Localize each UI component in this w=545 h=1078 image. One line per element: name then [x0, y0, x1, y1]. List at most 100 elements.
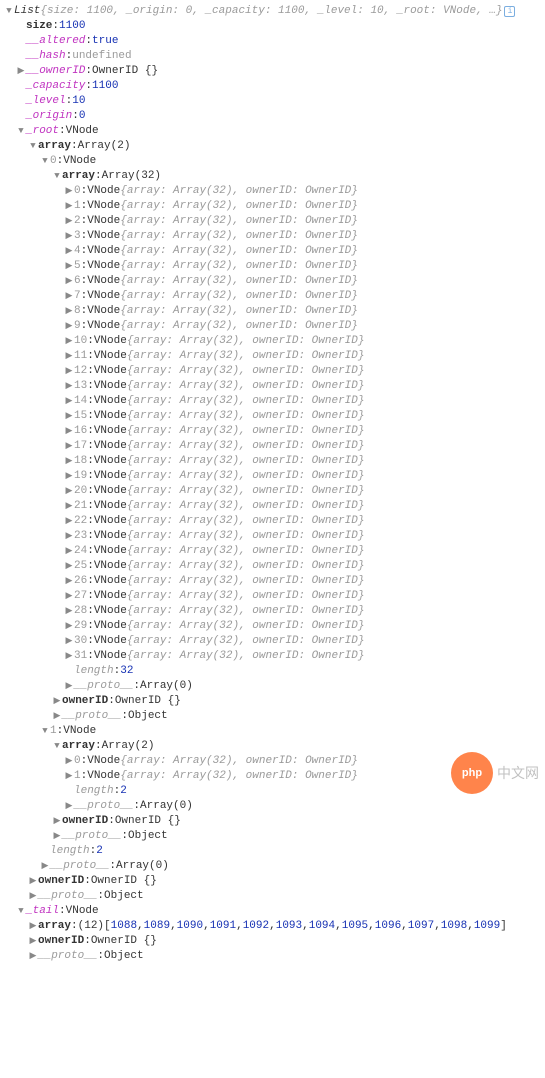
- caret-right-icon: ▶: [64, 199, 74, 214]
- tail-proto[interactable]: ▶__proto__: Object: [4, 949, 541, 964]
- caret-right-icon: ▶: [40, 859, 50, 874]
- vnode-item[interactable]: ▶0: VNode {array: Array(32), ownerID: Ow…: [4, 754, 541, 769]
- vnode-type: VNode: [94, 499, 127, 514]
- vnode-preview: {array: Array(32), ownerID: OwnerID}: [127, 619, 365, 634]
- node1-proto-obj[interactable]: ▶__proto__: Object: [4, 829, 541, 844]
- root-array[interactable]: ▼array: Array(2): [4, 139, 541, 154]
- caret-right-icon: ▶: [64, 799, 74, 814]
- vnode-item[interactable]: ▶1: VNode {array: Array(32), ownerID: Ow…: [4, 769, 541, 784]
- vnode-item[interactable]: ▶27: VNode {array: Array(32), ownerID: O…: [4, 589, 541, 604]
- vnode-item[interactable]: ▶23: VNode {array: Array(32), ownerID: O…: [4, 529, 541, 544]
- vnode-type: VNode: [94, 619, 127, 634]
- vnode-item[interactable]: ▶18: VNode {array: Array(32), ownerID: O…: [4, 454, 541, 469]
- vnode-item[interactable]: ▶21: VNode {array: Array(32), ownerID: O…: [4, 499, 541, 514]
- vnode-item[interactable]: ▶19: VNode {array: Array(32), ownerID: O…: [4, 469, 541, 484]
- node0-length-key: length: [74, 664, 114, 679]
- vnode-item[interactable]: ▶29: VNode {array: Array(32), ownerID: O…: [4, 619, 541, 634]
- vnode-item[interactable]: ▶3: VNode {array: Array(32), ownerID: Ow…: [4, 229, 541, 244]
- caret-right-icon: ▶: [64, 319, 74, 334]
- vnode-type: VNode: [94, 439, 127, 454]
- vnode-item[interactable]: ▶20: VNode {array: Array(32), ownerID: O…: [4, 484, 541, 499]
- caret-right-icon: ▶: [28, 874, 38, 889]
- vnode-preview: {array: Array(32), ownerID: OwnerID}: [127, 379, 365, 394]
- prop-ownerid-key: __ownerID: [26, 64, 85, 79]
- tail-ownerid[interactable]: ▶ownerID: OwnerID {}: [4, 934, 541, 949]
- node0-ownerid-key: ownerID: [62, 694, 108, 709]
- vnode-item[interactable]: ▶24: VNode {array: Array(32), ownerID: O…: [4, 544, 541, 559]
- vnode-index: 29: [74, 619, 87, 634]
- prop-hash-key: __hash: [26, 49, 66, 64]
- node1-array-value: Array(2): [102, 739, 155, 754]
- root-array-0[interactable]: ▼0: VNode: [4, 154, 541, 169]
- node1-arr-proto[interactable]: ▶__proto__: Array(0): [4, 799, 541, 814]
- root-proto[interactable]: ▶__proto__: Object: [4, 889, 541, 904]
- vnode-preview: {array: Array(32), ownerID: OwnerID}: [127, 484, 365, 499]
- vnode-preview: {array: Array(32), ownerID: OwnerID}: [120, 769, 358, 784]
- caret-right-icon: ▶: [64, 754, 74, 769]
- vnode-item[interactable]: ▶11: VNode {array: Array(32), ownerID: O…: [4, 349, 541, 364]
- vnode-preview: {array: Array(32), ownerID: OwnerID}: [127, 454, 365, 469]
- node1-arr-length: length: 2: [4, 784, 541, 799]
- vnode-item[interactable]: ▶14: VNode {array: Array(32), ownerID: O…: [4, 394, 541, 409]
- vnode-item[interactable]: ▶0: VNode {array: Array(32), ownerID: Ow…: [4, 184, 541, 199]
- vnode-item[interactable]: ▶7: VNode {array: Array(32), ownerID: Ow…: [4, 289, 541, 304]
- vnode-index: 9: [74, 319, 81, 334]
- vnode-item[interactable]: ▶22: VNode {array: Array(32), ownerID: O…: [4, 514, 541, 529]
- root-proto-value: Object: [104, 889, 144, 904]
- vnode-item[interactable]: ▶6: VNode {array: Array(32), ownerID: Ow…: [4, 274, 541, 289]
- node0-array[interactable]: ▼array: Array(32): [4, 169, 541, 184]
- vnode-index: 5: [74, 259, 81, 274]
- caret-right-icon: ▶: [64, 214, 74, 229]
- vnode-item[interactable]: ▶31: VNode {array: Array(32), ownerID: O…: [4, 649, 541, 664]
- node0-proto[interactable]: ▶__proto__: Array(0): [4, 679, 541, 694]
- vnode-item[interactable]: ▶13: VNode {array: Array(32), ownerID: O…: [4, 379, 541, 394]
- vnode-item[interactable]: ▶9: VNode {array: Array(32), ownerID: Ow…: [4, 319, 541, 334]
- vnode-index: 0: [74, 754, 81, 769]
- caret-right-icon: ▶: [28, 949, 38, 964]
- vnode-item[interactable]: ▶28: VNode {array: Array(32), ownerID: O…: [4, 604, 541, 619]
- vnode-item[interactable]: ▶5: VNode {array: Array(32), ownerID: Ow…: [4, 259, 541, 274]
- vnode-item[interactable]: ▶15: VNode {array: Array(32), ownerID: O…: [4, 409, 541, 424]
- vnode-type: VNode: [94, 484, 127, 499]
- vnode-type: VNode: [94, 349, 127, 364]
- rootarr-proto[interactable]: ▶__proto__: Array(0): [4, 859, 541, 874]
- prop-level: _level: 10: [4, 94, 541, 109]
- vnode-index: 10: [74, 334, 87, 349]
- vnode-item[interactable]: ▶1: VNode {array: Array(32), ownerID: Ow…: [4, 199, 541, 214]
- vnode-preview: {array: Array(32), ownerID: OwnerID}: [120, 274, 358, 289]
- prop-size-value: 1100: [59, 19, 85, 34]
- prop-root[interactable]: ▼_root: VNode: [4, 124, 541, 139]
- vnode-type: VNode: [94, 589, 127, 604]
- caret-right-icon: ▶: [64, 634, 74, 649]
- info-badge-icon[interactable]: i: [504, 6, 515, 17]
- vnode-item[interactable]: ▶8: VNode {array: Array(32), ownerID: Ow…: [4, 304, 541, 319]
- tail-proto-key: __proto__: [38, 949, 97, 964]
- vnode-type: VNode: [94, 514, 127, 529]
- vnode-index: 19: [74, 469, 87, 484]
- caret-right-icon: ▶: [64, 439, 74, 454]
- vnode-preview: {array: Array(32), ownerID: OwnerID}: [120, 289, 358, 304]
- vnode-index: 12: [74, 364, 87, 379]
- tail-array[interactable]: ▶array: (12) [1088, 1089, 1090, 1091, 10…: [4, 919, 541, 934]
- vnode-item[interactable]: ▶2: VNode {array: Array(32), ownerID: Ow…: [4, 214, 541, 229]
- node1-array[interactable]: ▼array: Array(2): [4, 739, 541, 754]
- vnode-item[interactable]: ▶30: VNode {array: Array(32), ownerID: O…: [4, 634, 541, 649]
- tail-value: 1089: [144, 919, 170, 934]
- node0-ownerid[interactable]: ▶ownerID: OwnerID {}: [4, 694, 541, 709]
- node0-proto-obj[interactable]: ▶__proto__: Object: [4, 709, 541, 724]
- list-root[interactable]: ▼List {size: 1100, _origin: 0, _capacity…: [4, 4, 541, 19]
- vnode-item[interactable]: ▶16: VNode {array: Array(32), ownerID: O…: [4, 424, 541, 439]
- root-ownerid[interactable]: ▶ownerID: OwnerID {}: [4, 874, 541, 889]
- node1-ownerid[interactable]: ▶ownerID: OwnerID {}: [4, 814, 541, 829]
- vnode-item[interactable]: ▶12: VNode {array: Array(32), ownerID: O…: [4, 364, 541, 379]
- vnode-item[interactable]: ▶10: VNode {array: Array(32), ownerID: O…: [4, 334, 541, 349]
- vnode-item[interactable]: ▶26: VNode {array: Array(32), ownerID: O…: [4, 574, 541, 589]
- root-array-1[interactable]: ▼1: VNode: [4, 724, 541, 739]
- vnode-item[interactable]: ▶4: VNode {array: Array(32), ownerID: Ow…: [4, 244, 541, 259]
- caret-right-icon: ▶: [64, 619, 74, 634]
- vnode-item[interactable]: ▶17: VNode {array: Array(32), ownerID: O…: [4, 439, 541, 454]
- vnode-item[interactable]: ▶25: VNode {array: Array(32), ownerID: O…: [4, 559, 541, 574]
- caret-right-icon: ▶: [64, 334, 74, 349]
- prop-tail[interactable]: ▼_tail: VNode: [4, 904, 541, 919]
- prop-ownerid[interactable]: ▶__ownerID: OwnerID {}: [4, 64, 541, 79]
